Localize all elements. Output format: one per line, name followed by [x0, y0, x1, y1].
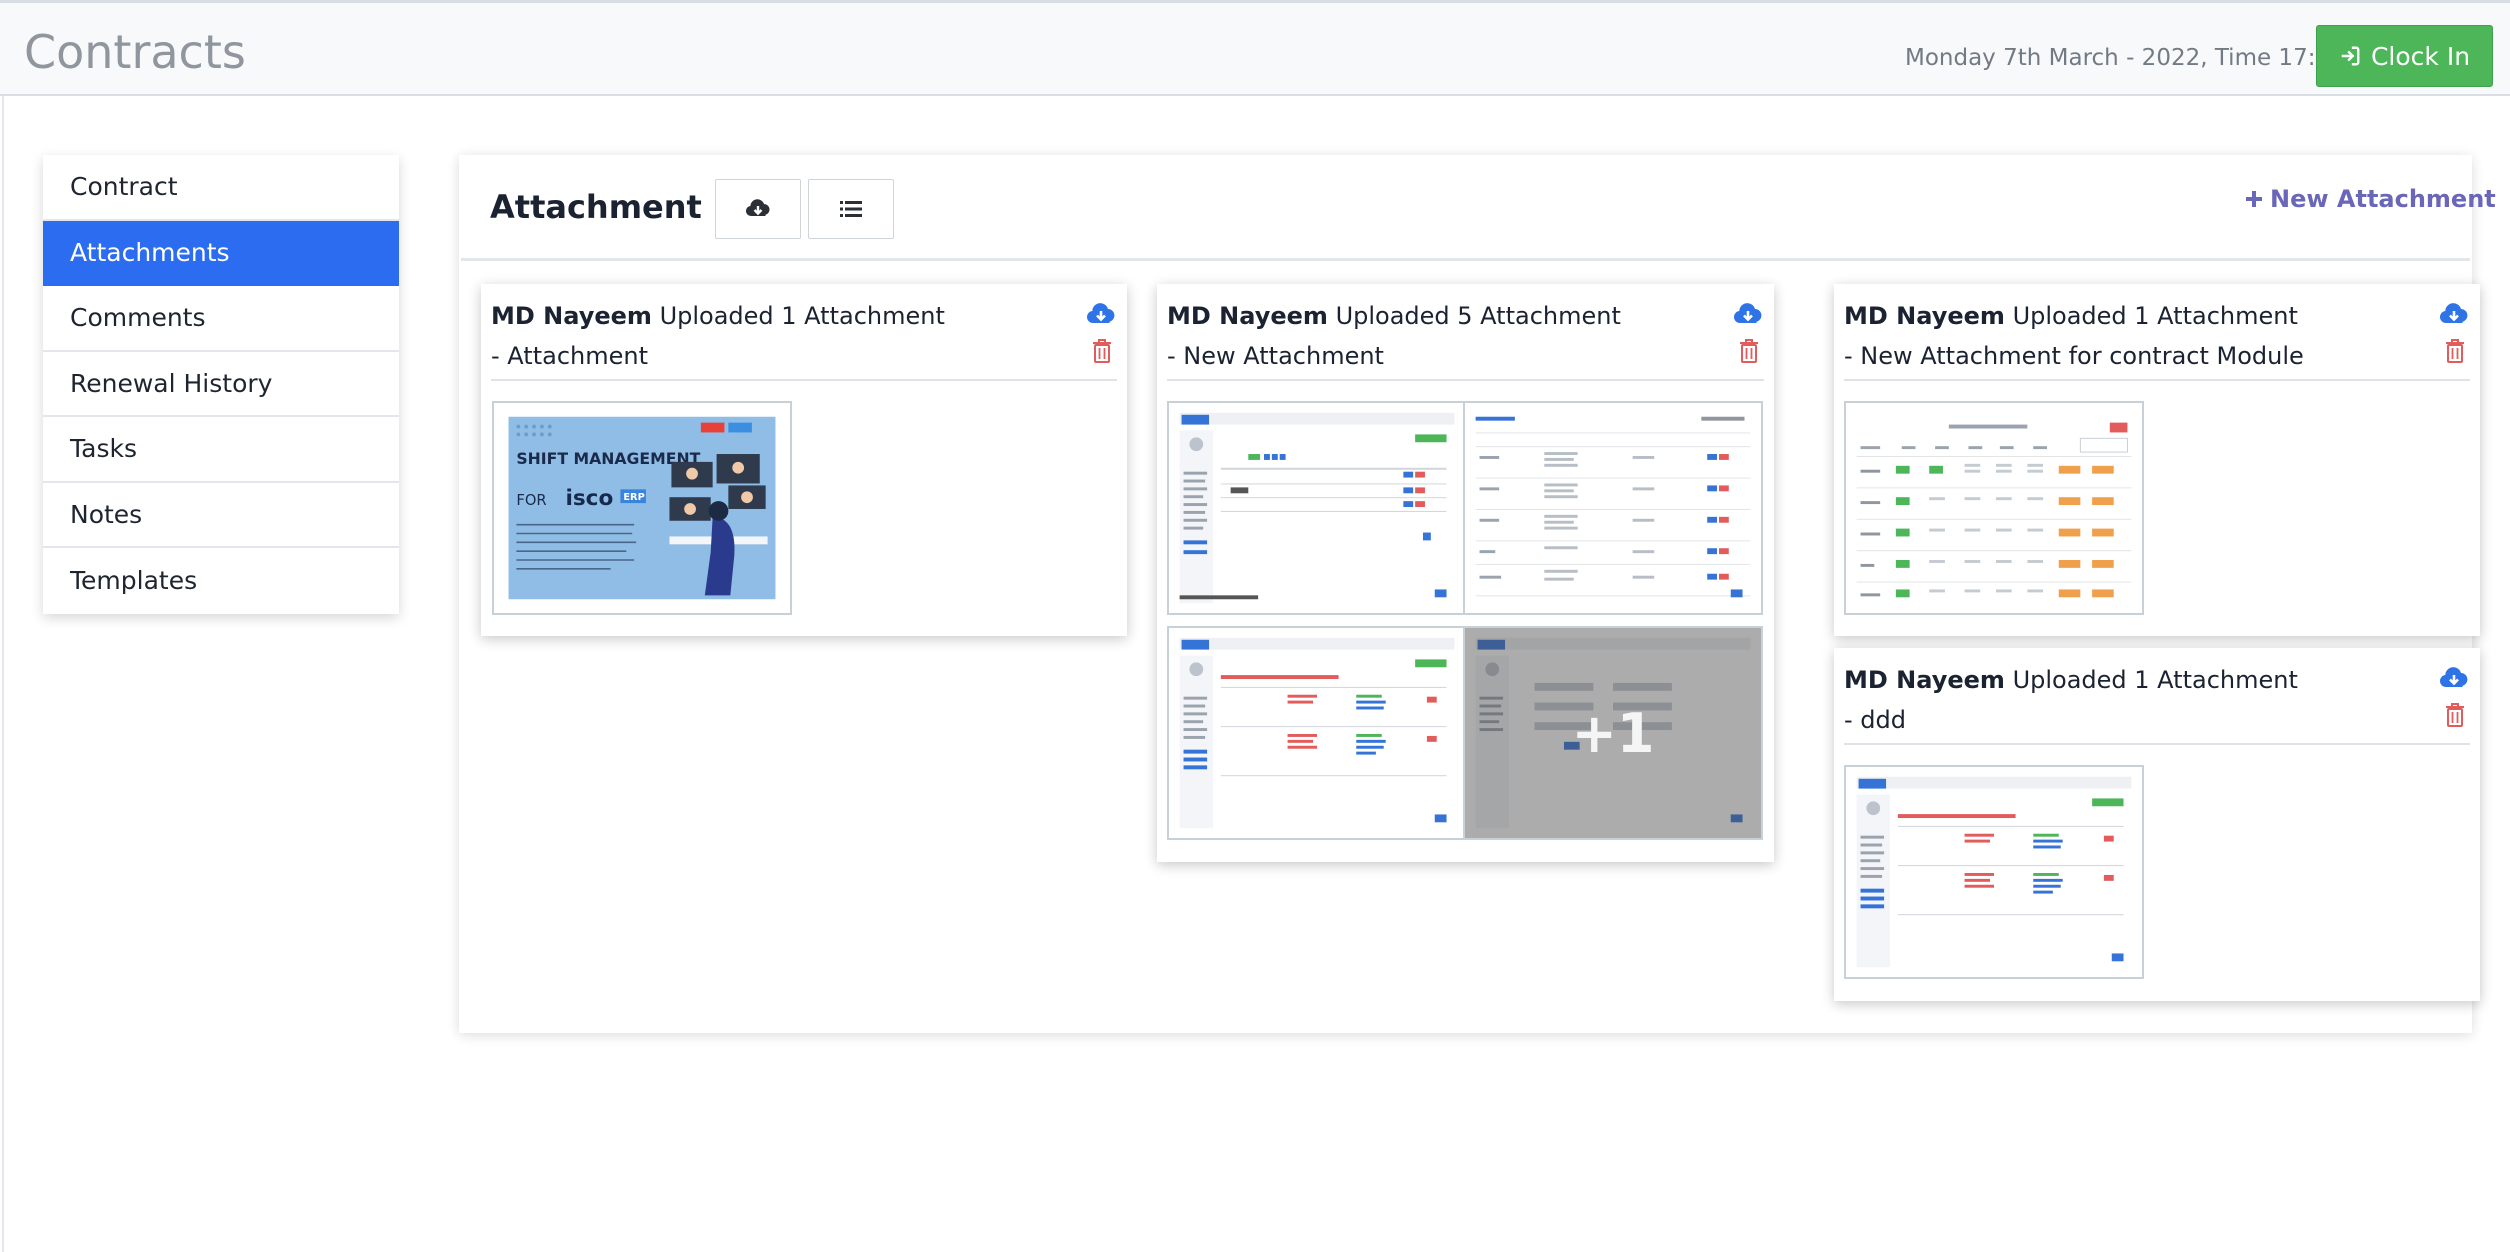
attachment-name: - Attachment	[491, 342, 648, 370]
page-title: Contracts	[24, 25, 246, 79]
upload-action: Uploaded 1 Attachment	[2012, 666, 2298, 694]
screenshot-preview-image	[1846, 767, 2142, 977]
upload-action: Uploaded 1 Attachment	[2012, 302, 2298, 330]
list-icon	[840, 201, 862, 217]
sidebar-item-label: Templates	[70, 566, 198, 596]
sidebar-item-attachments[interactable]: Attachments	[43, 220, 399, 286]
card-divider	[491, 379, 1117, 381]
trash-icon[interactable]	[2444, 338, 2466, 364]
sidebar-item-label: Attachments	[70, 237, 230, 267]
sign-in-icon	[2341, 46, 2360, 66]
shift-management-image: SHIFT MANAGEMENT FOR isco ERP	[494, 403, 790, 613]
upload-action: Uploaded 5 Attachment	[1335, 302, 1621, 330]
sidebar-item-templates[interactable]: Templates	[43, 548, 399, 614]
new-attachment-label: New Attachment	[2270, 185, 2496, 213]
schedule-preview-image	[1846, 403, 2142, 613]
sidebar-item-contract[interactable]: Contract	[43, 155, 399, 221]
card-divider	[1844, 743, 2470, 745]
trash-icon[interactable]	[1738, 338, 1760, 364]
panel-divider	[461, 258, 2470, 261]
attachment-name: - New Attachment	[1167, 342, 1384, 370]
thumb-subheading: FOR	[516, 492, 546, 509]
uploader-name: MD Nayeem	[491, 302, 652, 330]
card-title: MD Nayeem Uploaded 1 Attachment	[491, 302, 1117, 330]
screenshot-preview-image	[1465, 403, 1761, 613]
trash-icon[interactable]	[2444, 702, 2466, 728]
attachment-card: MD Nayeem Uploaded 5 Attachment - New At…	[1157, 284, 1774, 862]
sidebar-item-label: Notes	[70, 499, 143, 529]
cloud-download-icon[interactable]	[2438, 662, 2470, 694]
sidebar-item-renewal-history[interactable]: Renewal History	[43, 352, 399, 417]
sidebar-item-tasks[interactable]: Tasks	[43, 417, 399, 483]
sidebar-item-comments[interactable]: Comments	[43, 286, 399, 352]
upload-action: Uploaded 1 Attachment	[659, 302, 945, 330]
top-bar: Contracts Monday 7th March - 2022, Time …	[0, 0, 2510, 96]
attachment-thumbnail-more[interactable]: +1	[1463, 626, 1763, 840]
card-title: MD Nayeem Uploaded 1 Attachment	[1844, 666, 2470, 694]
page-left-border	[2, 96, 4, 1252]
new-attachment-button[interactable]: New Attachment	[2244, 185, 2496, 213]
card-divider	[1167, 379, 1764, 381]
sidebar-item-label: Comments	[70, 303, 206, 333]
clock-in-button[interactable]: Clock In	[2316, 25, 2493, 87]
card-title: MD Nayeem Uploaded 5 Attachment	[1167, 302, 1764, 330]
screenshot-preview-image	[1169, 403, 1465, 613]
uploader-name: MD Nayeem	[1844, 666, 2005, 694]
clock-in-label: Clock In	[2370, 41, 2471, 71]
contract-sidebar: Contract Attachments Comments Renewal Hi…	[43, 155, 399, 614]
sidebar-item-notes[interactable]: Notes	[43, 483, 399, 548]
attachment-name: - ddd	[1844, 706, 1906, 734]
list-view-button[interactable]	[808, 179, 894, 239]
attachment-name: - New Attachment for contract Module	[1844, 342, 2304, 370]
plus-icon	[2246, 191, 2262, 207]
attachment-thumbnail[interactable]: SHIFT MANAGEMENT FOR isco ERP	[492, 401, 792, 615]
trash-icon[interactable]	[1091, 338, 1113, 364]
screenshot-preview-image	[1169, 628, 1465, 838]
attachment-card: MD Nayeem Uploaded 1 Attachment - Attach…	[481, 284, 1127, 636]
attachment-thumbnail[interactable]	[1463, 401, 1763, 615]
attachment-card: MD Nayeem Uploaded 1 Attachment - New At…	[1834, 284, 2480, 636]
uploader-name: MD Nayeem	[1167, 302, 1328, 330]
card-divider	[1844, 379, 2470, 381]
cloud-download-icon[interactable]	[1732, 298, 1764, 330]
card-title: MD Nayeem Uploaded 1 Attachment	[1844, 302, 2470, 330]
thumb-brand-suffix: ERP	[623, 492, 644, 503]
more-attachments-count: +1	[1465, 628, 1761, 838]
cloud-download-icon	[745, 199, 770, 217]
sidebar-item-label: Renewal History	[70, 368, 273, 398]
cloud-download-icon[interactable]	[2438, 298, 2470, 330]
attachment-thumbnail[interactable]	[1844, 401, 2144, 615]
current-datetime: Monday 7th March - 2022, Time 17:23:31	[1905, 45, 2382, 71]
uploader-name: MD Nayeem	[1844, 302, 2005, 330]
sidebar-item-label: Contract	[70, 172, 178, 202]
sidebar-item-label: Tasks	[70, 434, 137, 464]
thumb-brand: isco	[565, 486, 613, 511]
download-all-button[interactable]	[715, 179, 801, 239]
cloud-download-icon[interactable]	[1085, 298, 1117, 330]
attachment-thumbnail[interactable]	[1167, 401, 1467, 615]
attachment-thumbnail[interactable]	[1167, 626, 1467, 840]
attachment-card: MD Nayeem Uploaded 1 Attachment - ddd	[1834, 648, 2480, 1001]
attachment-thumbnail[interactable]	[1844, 765, 2144, 979]
